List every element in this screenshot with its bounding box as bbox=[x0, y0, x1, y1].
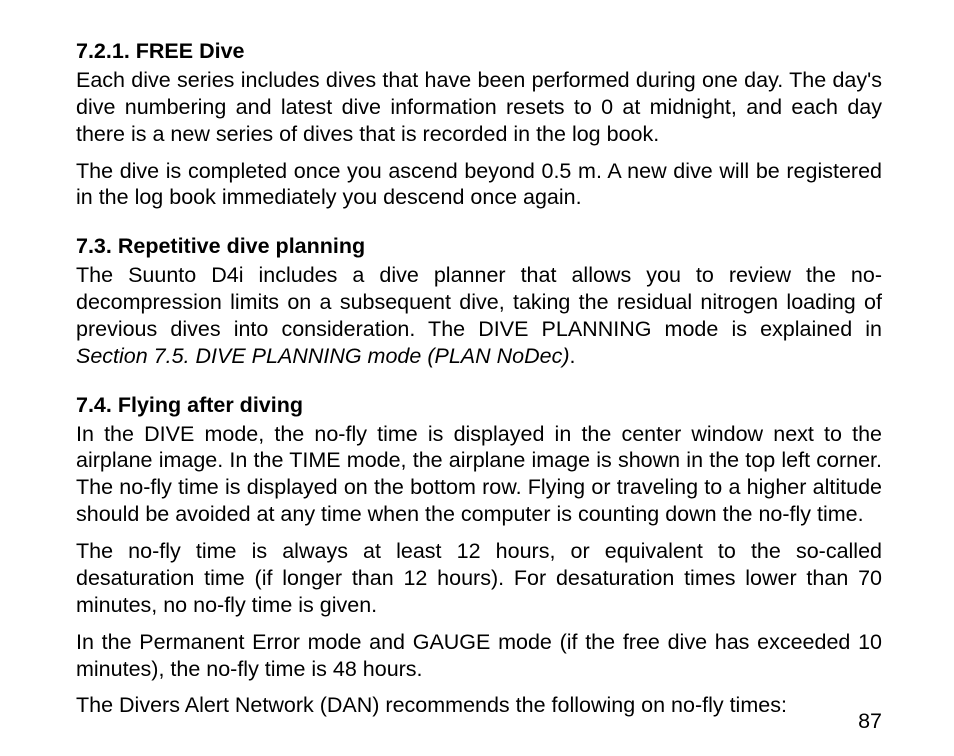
paragraph-7-2-1-b: The dive is completed once you ascend be… bbox=[76, 158, 882, 212]
page-number: 87 bbox=[858, 709, 882, 734]
section-reference: Section 7.5. DIVE PLANNING mode (PLAN No… bbox=[76, 344, 570, 368]
text-run: The Suunto D4i includes a dive planner t… bbox=[76, 263, 882, 341]
paragraph-7-3-a: The Suunto D4i includes a dive planner t… bbox=[76, 262, 882, 370]
document-page: 7.2.1. FREE Dive Each dive series includ… bbox=[0, 0, 954, 756]
paragraph-7-4-a: In the DIVE mode, the no-fly time is dis… bbox=[76, 421, 882, 529]
paragraph-7-4-d: The Divers Alert Network (DAN) recommend… bbox=[76, 692, 882, 719]
heading-7-4: 7.4. Flying after diving bbox=[76, 392, 882, 419]
text-run: . bbox=[570, 344, 576, 368]
paragraph-7-2-1-a: Each dive series includes dives that hav… bbox=[76, 67, 882, 148]
paragraph-7-4-c: In the Permanent Error mode and GAUGE mo… bbox=[76, 629, 882, 683]
heading-7-2-1: 7.2.1. FREE Dive bbox=[76, 38, 882, 65]
heading-7-3: 7.3. Repetitive dive planning bbox=[76, 233, 882, 260]
paragraph-7-4-b: The no-fly time is always at least 12 ho… bbox=[76, 538, 882, 619]
